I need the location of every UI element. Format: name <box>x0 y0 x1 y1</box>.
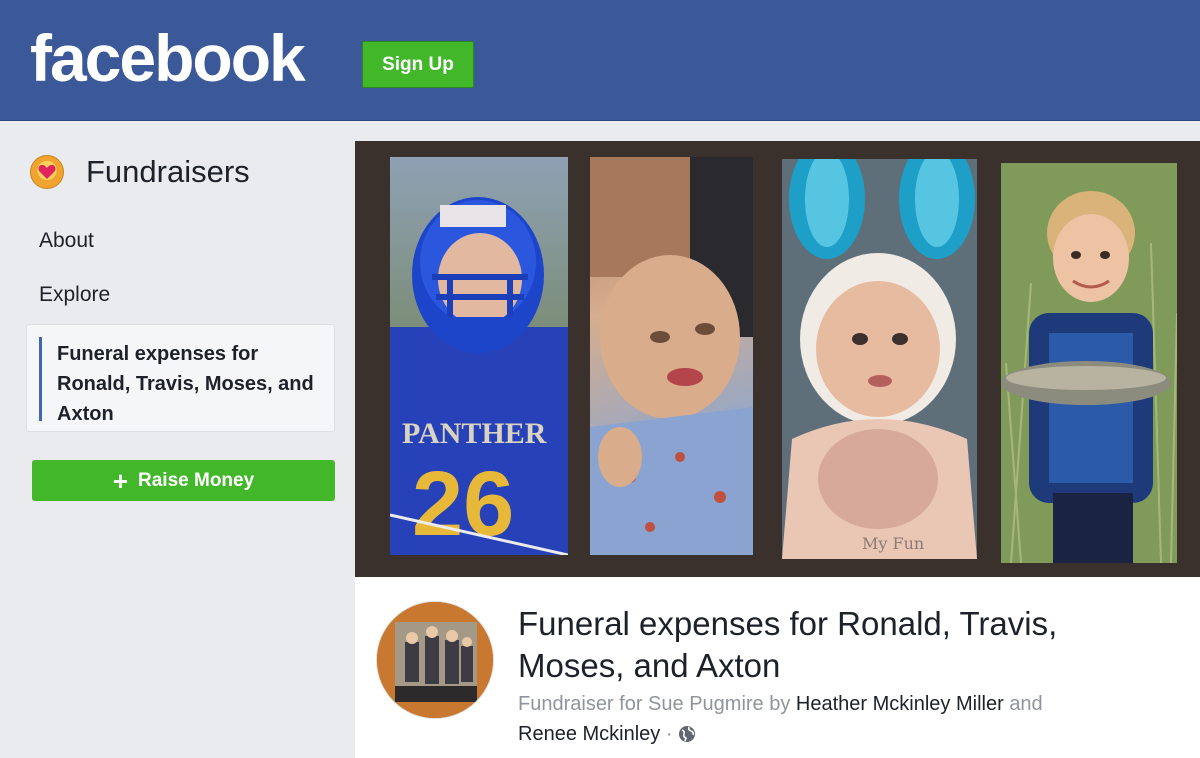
organizer-link-1[interactable]: Heather Mckinley Miller <box>796 693 1004 715</box>
subtitle-conjunction: and <box>1009 693 1043 715</box>
raise-money-button[interactable]: + Raise Money <box>32 460 335 501</box>
facebook-logo[interactable]: facebook <box>30 18 306 98</box>
sidebar-header: Fundraisers <box>30 150 250 194</box>
cover-photo-collage[interactable]: PANTHER 26 My Fun <box>355 141 1200 577</box>
sidebar-item-current-fundraiser[interactable]: Funeral expenses for Ronald, Travis, Mos… <box>26 324 335 432</box>
top-navigation-bar: facebook Sign Up <box>0 0 1200 121</box>
cover-photo-football-player: PANTHER 26 <box>390 157 568 555</box>
fundraiser-profile-photo[interactable] <box>376 601 494 719</box>
sidebar-item-label: Funeral expenses for Ronald, Travis, Mos… <box>57 343 314 425</box>
cover-photo-boy-with-fish <box>1001 163 1177 563</box>
subtitle-prefix: Fundraiser for Sue Pugmire by <box>518 693 791 715</box>
fundraiser-heart-icon <box>30 155 64 189</box>
cover-photo-toddler <box>590 157 753 555</box>
globe-icon[interactable] <box>678 722 696 752</box>
cover-photo-baby-bunny-ears: My Fun <box>782 159 977 559</box>
fundraiser-subtitle: Fundraiser for Sue Pugmire by Heather Mc… <box>518 689 1168 752</box>
sidebar-title[interactable]: Fundraisers <box>86 154 250 190</box>
svg-text:PANTHER: PANTHER <box>402 417 547 450</box>
subtitle-separator: · <box>665 723 673 745</box>
fundraiser-title[interactable]: Funeral expenses for Ronald, Travis, Mos… <box>518 603 1168 687</box>
active-indicator <box>39 337 42 421</box>
organizer-link-2[interactable]: Renee Mckinley <box>518 723 660 745</box>
raise-money-label: Raise Money <box>138 469 255 491</box>
svg-text:My Fun: My Fun <box>862 534 924 553</box>
sidebar-item-about[interactable]: About <box>39 229 94 253</box>
sign-up-button[interactable]: Sign Up <box>362 41 474 88</box>
plus-icon: + <box>112 465 129 496</box>
sidebar-item-explore[interactable]: Explore <box>39 283 110 307</box>
fundraiser-card: PANTHER 26 My Fun Funeral expenses for R… <box>355 141 1200 758</box>
